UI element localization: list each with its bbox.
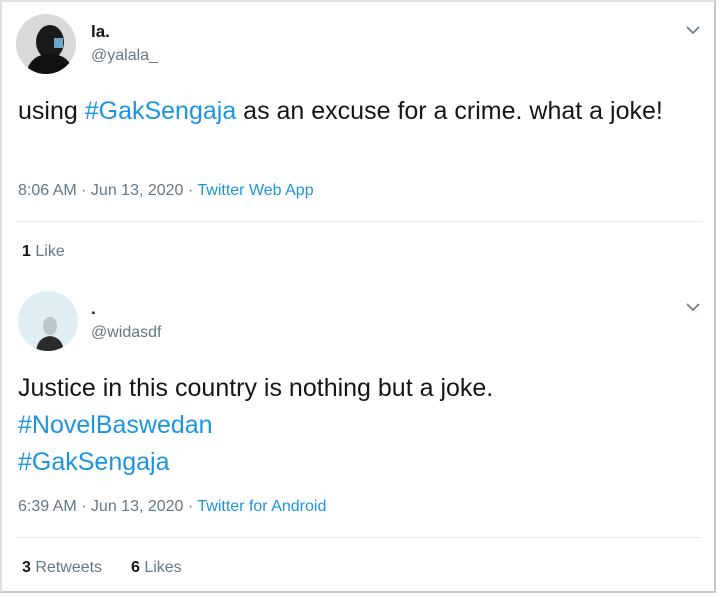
likes-label: Likes bbox=[144, 559, 182, 576]
screenshot-frame: la. @yalala_ using #GakSengaja as an exc… bbox=[0, 0, 716, 593]
divider bbox=[16, 537, 702, 538]
hashtag-link[interactable]: #GakSengaja bbox=[85, 97, 237, 125]
text-part: using bbox=[18, 97, 85, 125]
hashtag-link[interactable]: #NovelBaswedan bbox=[18, 407, 688, 444]
meta-separator: · bbox=[76, 182, 91, 199]
tweet-source[interactable]: Twitter for Android bbox=[197, 498, 326, 515]
tweet-meta: 6:39 AM · Jun 13, 2020 · Twitter for And… bbox=[18, 498, 326, 516]
divider bbox=[16, 221, 702, 222]
chevron-down-icon[interactable] bbox=[684, 298, 702, 316]
tweet-2: . @widasdf Justice in this country is no… bbox=[16, 289, 702, 589]
text-part: as an excuse for a crime. what a joke! bbox=[236, 97, 663, 125]
tweet-date[interactable]: Jun 13, 2020 bbox=[91, 182, 184, 199]
tweet-stats: 1 Like bbox=[22, 243, 65, 261]
tweet-1: la. @yalala_ using #GakSengaja as an exc… bbox=[16, 12, 702, 274]
tweet-text: Justice in this country is nothing but a… bbox=[18, 370, 688, 481]
tweet-stats: 3 Retweets 6 Likes bbox=[22, 559, 182, 577]
likes-count: 1 bbox=[22, 243, 31, 260]
display-name[interactable]: la. bbox=[91, 22, 110, 42]
tweet-text: using #GakSengaja as an excuse for a cri… bbox=[18, 93, 688, 130]
chevron-down-icon[interactable] bbox=[684, 21, 702, 39]
hashtag-link[interactable]: #GakSengaja bbox=[18, 444, 688, 481]
handle[interactable]: @widasdf bbox=[91, 324, 162, 342]
display-name[interactable]: . bbox=[91, 299, 96, 319]
likes-label: Like bbox=[35, 243, 65, 260]
likes-stat[interactable]: 6 Likes bbox=[131, 559, 182, 576]
tweet-source[interactable]: Twitter Web App bbox=[197, 182, 313, 199]
tweet-time[interactable]: 6:39 AM bbox=[18, 498, 77, 515]
avatar-hijab-light-icon bbox=[18, 291, 78, 351]
tweet-time[interactable]: 8:06 AM bbox=[18, 182, 77, 199]
likes-count: 6 bbox=[130, 559, 140, 576]
likes-stat[interactable]: 1 Like bbox=[22, 243, 65, 260]
avatar-hijab-dark-icon bbox=[16, 14, 76, 74]
retweets-label: Retweets bbox=[35, 559, 103, 576]
avatar[interactable] bbox=[18, 291, 78, 351]
retweets-count: 3 bbox=[22, 559, 31, 576]
tweet-meta: 8:06 AM · Jun 13, 2020 · Twitter Web App bbox=[18, 182, 314, 200]
avatar[interactable] bbox=[16, 14, 76, 74]
retweets-stat[interactable]: 3 Retweets bbox=[22, 559, 102, 576]
text-line: Justice in this country is nothing but a… bbox=[18, 374, 494, 402]
handle[interactable]: @yalala_ bbox=[91, 47, 158, 65]
meta-separator: · bbox=[183, 498, 198, 515]
meta-separator: · bbox=[183, 182, 198, 199]
meta-separator: · bbox=[76, 498, 91, 515]
tweet-date[interactable]: Jun 13, 2020 bbox=[91, 498, 184, 515]
